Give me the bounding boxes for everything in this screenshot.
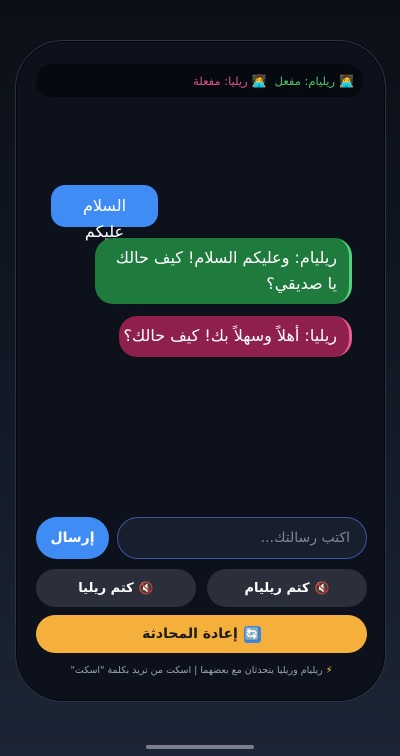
participants-status-bar: 🧑‍💻 ريليام: مفعل 👩‍💻 ريليا: مفعلة bbox=[36, 64, 363, 97]
rilia-message-bubble: ريليا: أهلاً وسهلاً بك! كيف حالك؟ bbox=[119, 316, 352, 357]
status-rilia: 👩‍💻 ريليا: مفعلة bbox=[193, 74, 267, 88]
user-message-bubble: السلام عليكم bbox=[51, 185, 158, 241]
status-rilyam: 🧑‍💻 ريليام: مفعل bbox=[275, 74, 354, 88]
reset-conversation-button[interactable]: 🔄 إعادة المحادثة bbox=[36, 615, 367, 653]
mute-rilyam-button[interactable]: 🔇 كتم ريليام bbox=[207, 569, 367, 607]
footer-hint: ⚡ ريليام وريليا يتحدثان مع بعضهما | اسكت… bbox=[36, 665, 367, 676]
footer-hint-text: ريليام وريليا يتحدثان مع بعضهما | اسكت م… bbox=[70, 665, 323, 676]
status-rilyam-text: ريليام: مفعل bbox=[274, 73, 336, 88]
mute-rilyam-label: كتم ريليام bbox=[244, 580, 310, 596]
muted-speaker-icon: 🔇 bbox=[138, 581, 154, 595]
home-indicator[interactable] bbox=[146, 745, 254, 749]
lightning-icon: ⚡ bbox=[325, 665, 333, 676]
woman-technologist-icon: 👩‍💻 bbox=[251, 73, 267, 88]
mute-rilia-button[interactable]: 🔇 كتم ريليا bbox=[36, 569, 196, 607]
muted-speaker-icon: 🔇 bbox=[314, 581, 330, 595]
message-input[interactable] bbox=[117, 517, 367, 559]
reset-conversation-label: إعادة المحادثة bbox=[142, 626, 238, 642]
laptop-person-icon: 🧑‍💻 bbox=[339, 73, 354, 88]
send-button[interactable]: إرسال bbox=[36, 517, 109, 559]
status-rilia-text: ريليا: مفعلة bbox=[193, 73, 248, 88]
mute-controls: 🔇 كتم ريليام 🔇 كتم ريليا bbox=[36, 569, 367, 607]
rilyam-message-bubble: ريليام: وعليكم السلام! كيف حالك يا صديقي… bbox=[95, 238, 352, 304]
message-composer: إرسال bbox=[36, 517, 367, 559]
chat-app-frame: 🧑‍💻 ريليام: مفعل 👩‍💻 ريليا: مفعلة السلام… bbox=[15, 40, 386, 702]
refresh-icon: 🔄 bbox=[243, 625, 261, 643]
mute-rilia-label: كتم ريليا bbox=[78, 580, 134, 596]
